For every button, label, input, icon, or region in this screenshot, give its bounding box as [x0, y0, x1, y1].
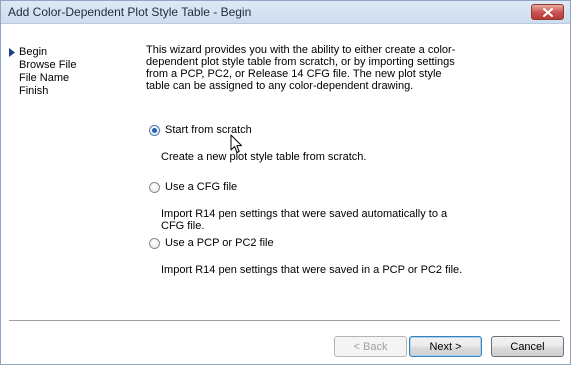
- title-bar[interactable]: Add Color-Dependent Plot Style Table - B…: [1, 1, 570, 24]
- radio-start-from-scratch[interactable]: [149, 125, 160, 136]
- radio-use-cfg-file[interactable]: [149, 182, 160, 193]
- nav-item-label: Browse File: [19, 59, 77, 71]
- nav-item-begin: Begin: [9, 46, 76, 59]
- nav-item-browse-file: Browse File: [9, 59, 76, 72]
- close-button[interactable]: [531, 4, 564, 20]
- radio-use-pcp-pc2-file[interactable]: [149, 238, 160, 249]
- close-icon: [543, 8, 553, 17]
- next-button[interactable]: Next >: [409, 336, 482, 357]
- option-description: Create a new plot style table from scrat…: [161, 151, 367, 163]
- nav-item-file-name: File Name: [9, 72, 76, 85]
- dialog-client-area: Begin Browse File File Name Finish This …: [1, 24, 570, 364]
- nav-item-finish: Finish: [9, 85, 76, 98]
- mouse-pointer-icon: [230, 134, 242, 153]
- cancel-button[interactable]: Cancel: [491, 336, 564, 357]
- nav-item-label: Begin: [19, 46, 48, 58]
- nav-item-label: Finish: [19, 85, 49, 97]
- back-button[interactable]: < Back: [334, 336, 407, 357]
- footer-separator: [9, 320, 560, 321]
- option-description: Import R14 pen settings that were saved …: [161, 264, 463, 276]
- option-description: Import R14 pen settings that were saved …: [161, 208, 448, 232]
- option-label[interactable]: Use a CFG file: [165, 181, 237, 193]
- option-label[interactable]: Use a PCP or PC2 file: [165, 237, 274, 249]
- intro-text: This wizard provides you with the abilit…: [146, 44, 456, 92]
- nav-item-label: File Name: [19, 72, 70, 84]
- dialog-window: Add Color-Dependent Plot Style Table - B…: [0, 0, 571, 365]
- window-title: Add Color-Dependent Plot Style Table - B…: [8, 5, 252, 19]
- triangle-right-icon: [9, 48, 15, 57]
- wizard-step-list: Begin Browse File File Name Finish: [9, 46, 76, 98]
